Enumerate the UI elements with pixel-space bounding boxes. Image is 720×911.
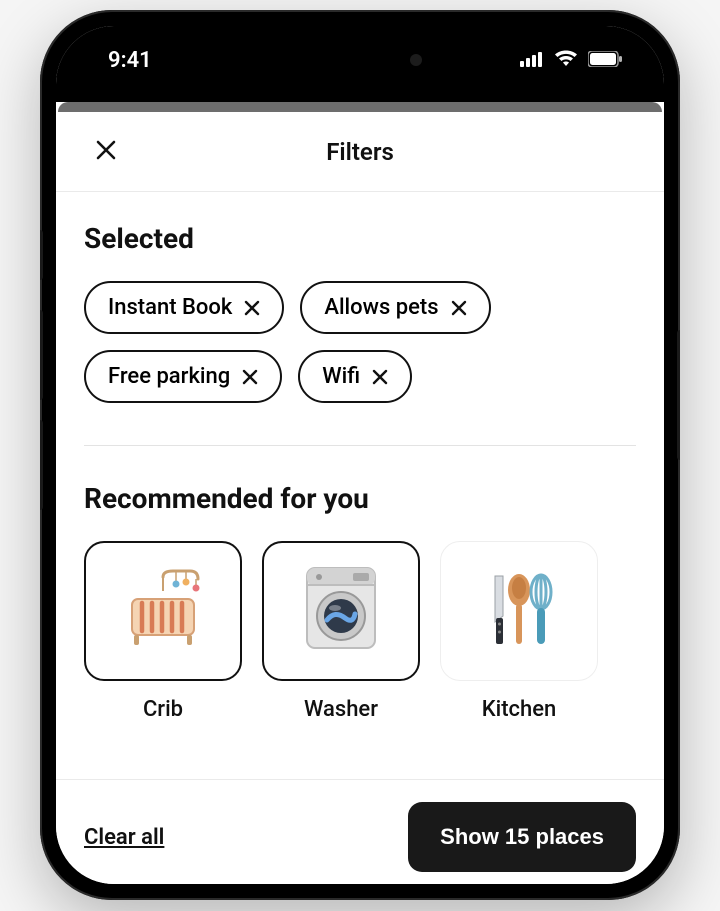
- card-frame: [262, 541, 420, 681]
- wifi-icon: [554, 48, 578, 73]
- selected-heading: Selected: [84, 222, 636, 255]
- card-label: Washer: [304, 697, 378, 722]
- sheet-header: Filters: [56, 112, 664, 192]
- card-frame: [84, 541, 242, 681]
- close-button[interactable]: [86, 132, 126, 172]
- clear-all-link[interactable]: Clear all: [84, 825, 164, 850]
- cellular-icon: [520, 48, 544, 73]
- recommended-cards: Crib: [84, 541, 636, 722]
- filter-chip-wifi[interactable]: Wifi: [298, 350, 412, 403]
- page-title: Filters: [326, 138, 394, 166]
- phone-frame: 9:41: [40, 10, 680, 900]
- card-frame: [440, 541, 598, 681]
- phone-side-button: [40, 310, 43, 400]
- phone-side-button: [40, 230, 43, 280]
- chip-label: Allows pets: [324, 295, 438, 320]
- kitchen-utensils-icon: [479, 566, 559, 656]
- status-icons: [520, 48, 622, 73]
- filter-chip-free-parking[interactable]: Free parking: [84, 350, 282, 403]
- remove-icon: [372, 369, 388, 385]
- filter-chip-instant-book[interactable]: Instant Book: [84, 281, 284, 334]
- dynamic-island: [280, 40, 440, 80]
- show-places-button[interactable]: Show 15 places: [408, 802, 636, 872]
- chip-label: Instant Book: [108, 295, 232, 320]
- battery-icon: [588, 48, 622, 73]
- filters-content: Selected Instant Book Allows pets Free p…: [56, 192, 664, 779]
- section-divider: [84, 445, 636, 446]
- status-bar: 9:41: [56, 26, 664, 102]
- chip-label: Free parking: [108, 364, 230, 389]
- selected-chips: Instant Book Allows pets Free parking: [84, 281, 636, 403]
- remove-icon: [451, 300, 467, 316]
- crib-icon: [118, 569, 208, 653]
- card-label: Kitchen: [482, 697, 557, 722]
- sheet-footer: Clear all Show 15 places: [56, 779, 664, 884]
- phone-screen: 9:41: [56, 26, 664, 884]
- remove-icon: [244, 300, 260, 316]
- filter-chip-allows-pets[interactable]: Allows pets: [300, 281, 490, 334]
- recommended-card-kitchen[interactable]: Kitchen: [440, 541, 598, 722]
- sheet-grabber-backdrop: [58, 102, 662, 112]
- remove-icon: [242, 369, 258, 385]
- card-label: Crib: [143, 697, 183, 722]
- close-icon: [95, 139, 117, 165]
- recommended-heading: Recommended for you: [84, 482, 636, 515]
- phone-side-button: [677, 330, 680, 460]
- recommended-card-crib[interactable]: Crib: [84, 541, 242, 722]
- chip-label: Wifi: [322, 364, 360, 389]
- status-time: 9:41: [108, 48, 152, 73]
- washer-icon: [301, 566, 381, 656]
- phone-side-button: [40, 420, 43, 510]
- recommended-card-washer[interactable]: Washer: [262, 541, 420, 722]
